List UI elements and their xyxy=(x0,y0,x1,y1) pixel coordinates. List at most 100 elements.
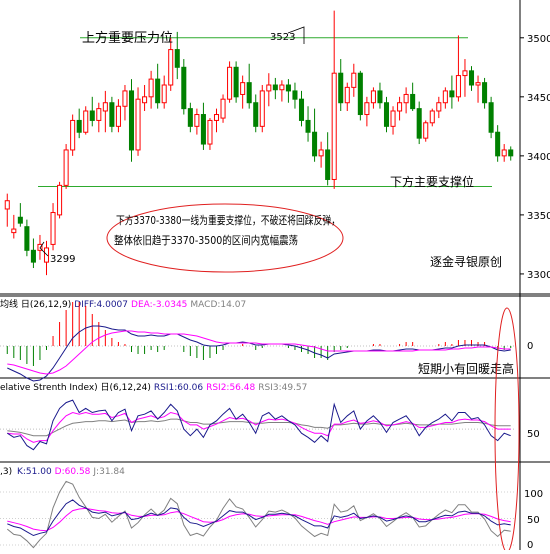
candle-body xyxy=(161,84,167,104)
candle xyxy=(357,70,363,121)
candle-body xyxy=(30,249,36,263)
chart-svg: 3500 3450 3400 3350 3300 上方重要压力位 下方主要支撑位 352… xyxy=(0,0,550,553)
candle-body xyxy=(4,200,10,210)
candle xyxy=(181,59,187,115)
candle xyxy=(57,181,63,219)
candle xyxy=(259,85,265,133)
candle-body xyxy=(227,66,233,100)
candle-body xyxy=(207,119,213,145)
candle-body xyxy=(403,93,409,104)
rsi-prefix: elative Strenth Index) xyxy=(0,383,101,393)
low-price-label: 3299 xyxy=(50,254,75,265)
candle-body xyxy=(410,93,416,110)
rsi3-value: RSI3:49.57 xyxy=(258,383,307,393)
candle-body xyxy=(233,66,239,98)
candle-body xyxy=(495,131,501,157)
candle xyxy=(63,144,69,189)
watermark: 逐金寻银原创 xyxy=(430,254,502,269)
candle xyxy=(128,79,135,162)
rsi1-value: RSI1:60.06 xyxy=(154,383,203,393)
candle xyxy=(423,120,429,142)
main-y-tick-label: 3500 xyxy=(527,34,550,45)
candle-body xyxy=(11,228,17,234)
candle-body xyxy=(298,98,305,121)
candle-body xyxy=(501,149,507,157)
candle-body xyxy=(128,90,135,151)
annotation-line-2: 整体依旧趋于3370-3500的区间内宽幅震荡 xyxy=(114,233,298,247)
candle-body xyxy=(272,84,278,91)
main-y-tick-label: 3400 xyxy=(527,152,550,163)
macd-zero-tick: 0 xyxy=(527,341,533,352)
annotation-line-1: 下方3370-3380一线为重要支撑位，不破还将回踩反弹， xyxy=(116,213,340,227)
candle-body xyxy=(292,90,298,100)
candle-body xyxy=(351,72,357,88)
candle-body xyxy=(318,149,324,157)
candle-body xyxy=(442,90,448,104)
candle-body xyxy=(50,212,56,245)
candle-body xyxy=(390,110,396,127)
candle-body xyxy=(63,149,69,186)
support-label: 下方主要支撑位 xyxy=(390,174,474,189)
kdj-prefix: ,3) xyxy=(0,467,15,477)
candle-body xyxy=(468,70,475,86)
main-y-tick-label: 3450 xyxy=(527,93,550,104)
rsi-period: 日(6,12,24) xyxy=(101,382,151,393)
candle-body xyxy=(370,90,376,104)
candle-body xyxy=(508,149,514,157)
candle-body xyxy=(285,84,291,92)
kdj-0-tick: 0 xyxy=(527,540,533,550)
svg-text:,3) K:51.00D:60.58J:31.84: ,3) K:51.00 D:60.58 J:31.84 xyxy=(0,467,125,477)
macd-diff-value: DIFF:4.0007 xyxy=(74,300,128,310)
candle-body xyxy=(187,108,193,127)
kdj-100-tick: 100 xyxy=(524,489,543,500)
candle-body xyxy=(338,72,344,104)
candle-body xyxy=(135,98,141,151)
candle-body xyxy=(462,70,468,77)
candle-body xyxy=(148,78,154,98)
candle-body xyxy=(331,72,337,180)
candle-body xyxy=(24,226,30,251)
candle-body xyxy=(344,86,350,104)
candle-body xyxy=(279,84,285,91)
candle-body xyxy=(168,49,174,86)
candle-body xyxy=(89,110,95,121)
resistance-label: 上方重要压力位 xyxy=(82,30,173,46)
candle-body xyxy=(416,108,422,139)
svg-text:均线 日(26,12,9)DIFF:4.0007DEA:-3: 均线 日(26,12,9) DIFF:4.0007 DEA:-3.0345 MACD:… xyxy=(0,298,246,310)
candle-body xyxy=(76,119,82,133)
candle xyxy=(488,96,494,139)
candle-body xyxy=(240,82,246,95)
candle-body xyxy=(429,110,435,124)
candle-body xyxy=(174,49,180,68)
candle-body xyxy=(96,108,102,121)
macd-period: 日(26,12,9) xyxy=(21,299,71,310)
main-y-tick-label: 3350 xyxy=(527,211,550,222)
candle-body xyxy=(57,184,63,216)
candle-body xyxy=(122,90,128,107)
candle-body xyxy=(377,90,383,104)
candle-body xyxy=(305,119,311,133)
candle-body xyxy=(482,82,488,104)
candle-body xyxy=(475,82,481,86)
candle-body xyxy=(364,102,370,116)
candle-body xyxy=(194,114,200,127)
candle-body xyxy=(220,98,226,119)
candle-body xyxy=(455,75,461,98)
main-y-tick-label: 3300 xyxy=(527,270,550,281)
candle-body xyxy=(142,96,148,104)
kdj-d-value: D:60.58 xyxy=(55,467,91,477)
candle-body xyxy=(109,102,115,127)
candle-body xyxy=(181,66,187,110)
candle-body xyxy=(246,82,252,104)
kdj-50-tick: 50 xyxy=(527,515,540,526)
rsi-header: elative Strenth Index) 日(6,12,24) RSI1:60… xyxy=(0,382,307,393)
rsi2-value: RSI2:56.48 xyxy=(206,383,255,393)
candle-body xyxy=(325,149,331,180)
high-price-label: 3523 xyxy=(270,32,295,43)
candle-body xyxy=(488,102,494,133)
svg-text:elative Strenth Index) 日(6,12,: elative Strenth Index) 日(6,12,24) RSI1:60… xyxy=(0,382,307,393)
rsi-50-tick: 50 xyxy=(527,429,540,440)
candle-body xyxy=(423,122,429,139)
candle-body xyxy=(449,90,455,98)
candle-body xyxy=(200,114,206,145)
